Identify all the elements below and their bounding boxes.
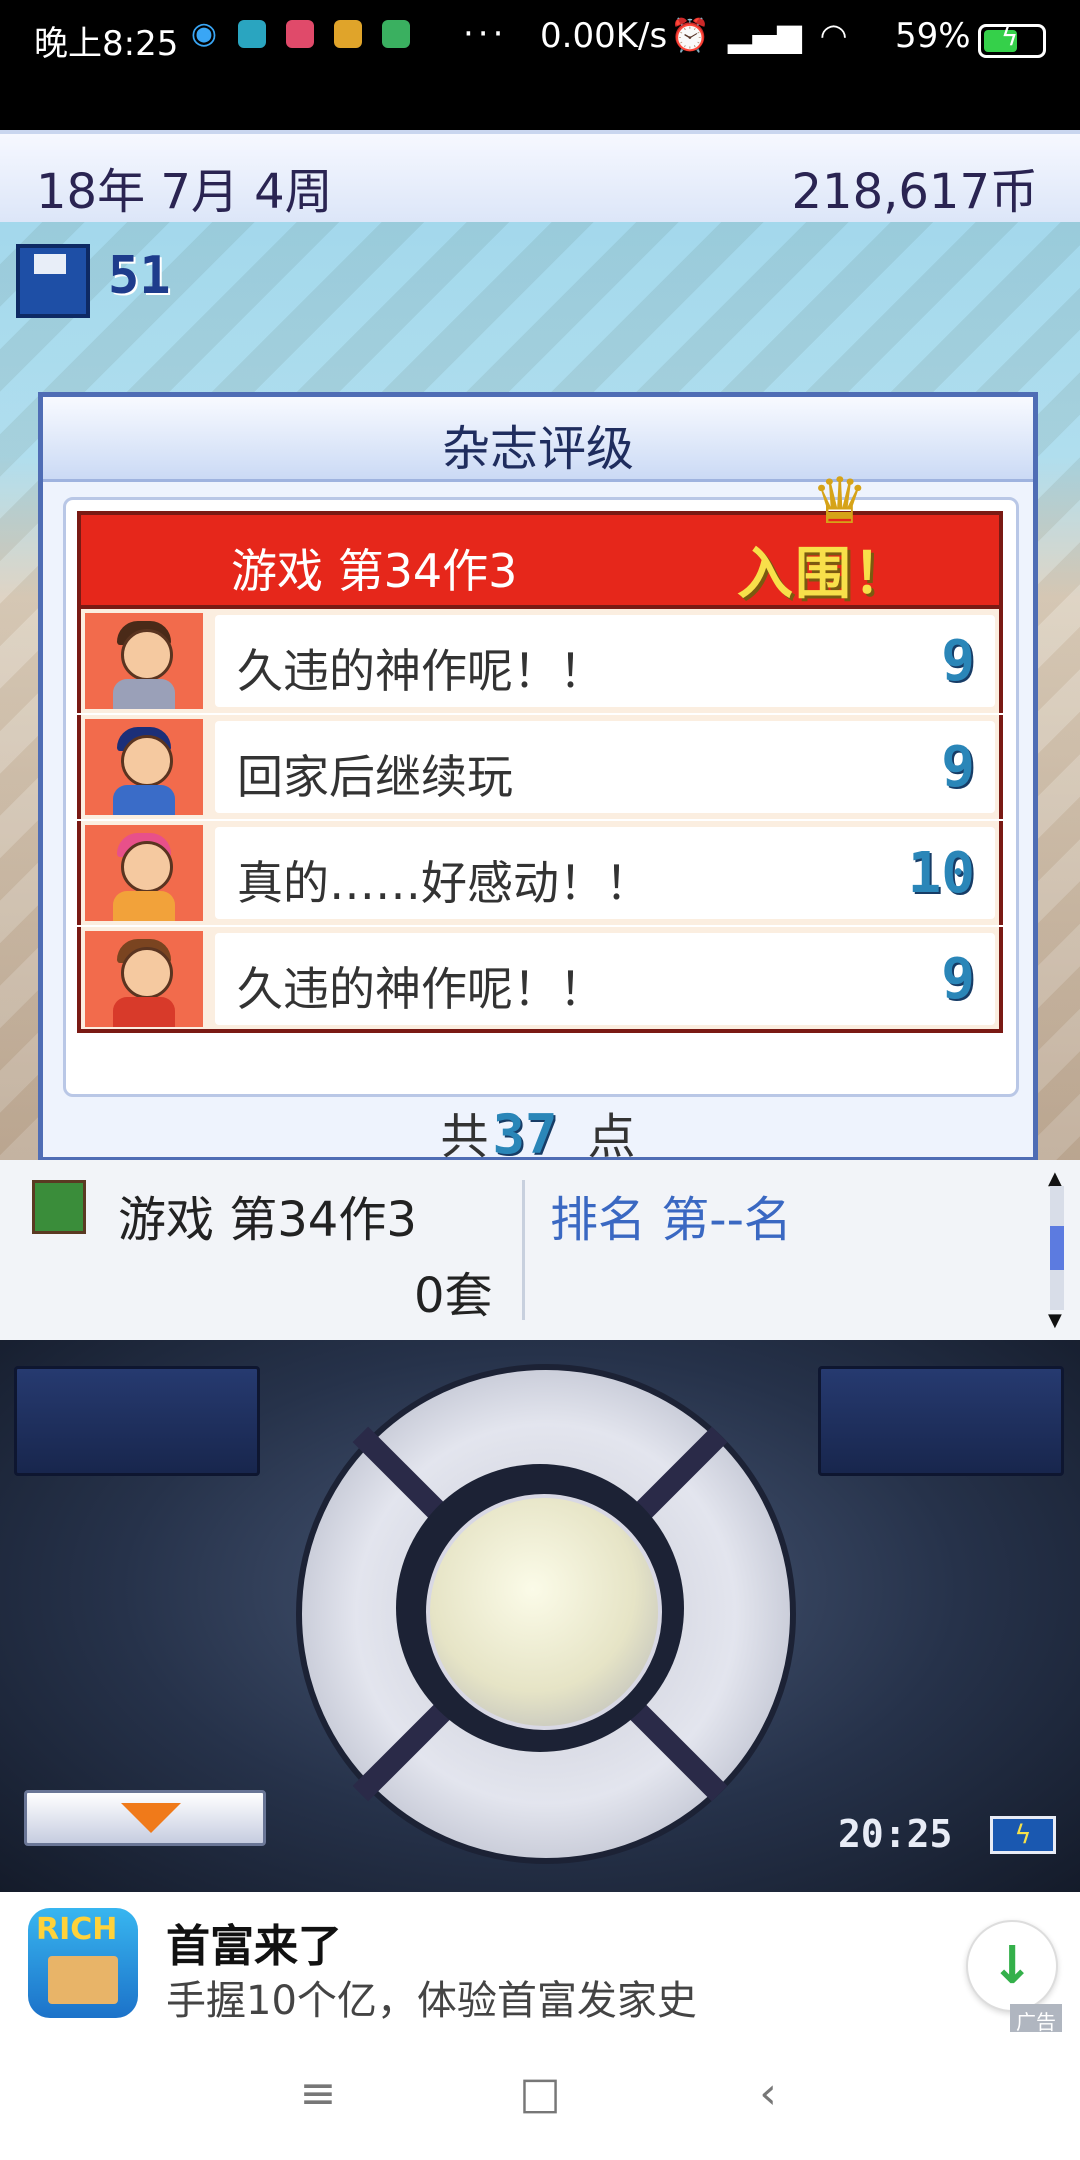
review-score: 9 [941, 735, 975, 800]
download-button[interactable]: ↓ [966, 1920, 1058, 2012]
dialog-title: 杂志评级 [441, 421, 634, 477]
app-notification-icon [334, 20, 362, 48]
dialog-title-bar: 杂志评级 [43, 397, 1033, 482]
signal-icon: ▂▄▆ [727, 16, 802, 54]
status-bar: 晚上8:25 ◉ ··· 0.00K/s ⏰ ▂▄▆ ◠ 59% ϟ [0, 0, 1080, 130]
ad-title[interactable]: 首富来了 [166, 1910, 342, 1974]
navigation-bar: ≡ □ ‹ [0, 2032, 1080, 2160]
dpad-up-button[interactable] [516, 1390, 576, 1450]
magazine-review-dialog[interactable]: 杂志评级 游戏 第34作3 入围！ ♛ 久违的神作呢！！ 9 回家后继续玩 9 [38, 392, 1038, 1166]
dpad-down-button[interactable] [516, 1766, 576, 1826]
sales-rank: 排名 第--名 [550, 1192, 792, 1248]
rows-border [77, 1029, 1003, 1033]
review-score: 9 [941, 629, 975, 694]
review-score: 10 [907, 841, 975, 906]
app-notification-icon [286, 20, 314, 48]
avatar-body [113, 679, 175, 709]
save-count: 51 [108, 246, 171, 306]
game-info-panel: 游戏 第34作3 0套 排名 第--名 ▲ ▼ [0, 1160, 1080, 1344]
review-row: 久违的神作呢！！ 9 [77, 609, 1003, 713]
battery-icon: ϟ [978, 22, 1046, 58]
qq-icon: ◉ [190, 16, 218, 51]
ad-app-icon[interactable]: RICH [28, 1908, 138, 2018]
coin-balance: 218,617币 [791, 164, 1039, 220]
reviewer-avatar [85, 931, 203, 1027]
game-date: 18年 7月 4周 [36, 164, 333, 220]
review-comment-box: 真的……好感动！！ 10 [215, 827, 995, 919]
back-icon[interactable]: ‹ [738, 2064, 798, 2124]
review-row: 久违的神作呢！！ 9 [77, 927, 1003, 1031]
nominated-badge: 入围！ [737, 542, 911, 607]
review-comment: 久违的神作呢！！ [237, 962, 605, 1016]
avatar-face [121, 735, 173, 787]
total-suffix: 点 [587, 1109, 636, 1165]
reviewer-avatar [85, 613, 203, 709]
menu-icon[interactable]: ≡ [288, 2064, 348, 2124]
dpad-right-button[interactable] [698, 1584, 758, 1644]
avatar-body [113, 997, 175, 1027]
down-arrow-icon [121, 1803, 181, 1833]
scroll-thumb[interactable] [1050, 1226, 1064, 1270]
menu-toggle-button[interactable] [24, 1790, 266, 1846]
app-notification-icon [238, 20, 266, 48]
dpad[interactable] [296, 1364, 796, 1864]
avatar-face [121, 947, 173, 999]
avatar-face [121, 841, 173, 893]
avatar-face [121, 629, 173, 681]
alarm-icon: ⏰ [670, 16, 710, 54]
total-points: 37 [492, 1103, 558, 1166]
review-comment: 久违的神作呢！！ [237, 644, 605, 698]
total-score: 共37 点 [43, 1097, 1033, 1167]
review-row: 回家后继续玩 9 [77, 715, 1003, 819]
avatar-body [113, 785, 175, 815]
controller-clock: 20:25 [838, 1812, 953, 1856]
reviewer-avatar [85, 825, 203, 921]
virtual-controller: 20:25 ϟ [0, 1340, 1080, 1892]
game-header: 18年 7月 4周 218,617币 [0, 130, 1080, 230]
review-comment-box: 回家后继续玩 9 [215, 721, 995, 813]
status-time: 晚上8:25 [34, 24, 179, 64]
battery-percent: 59% [895, 16, 971, 56]
network-speed: 0.00K/s [540, 16, 668, 56]
wifi-icon: ◠ [819, 16, 848, 54]
controller-battery-icon: ϟ [990, 1816, 1056, 1854]
review-comment-box: 久违的神作呢！！ 9 [215, 933, 995, 1025]
total-prefix: 共 [440, 1109, 489, 1165]
sales-count: 0套 [414, 1268, 493, 1324]
system-icons: ⏰ ▂▄▆ ◠ [670, 16, 848, 54]
review-comment: 回家后继续玩 [237, 750, 513, 804]
reviewer-avatar [85, 719, 203, 815]
app-notification-icon [382, 20, 410, 48]
review-comment-box: 久违的神作呢！！ 9 [215, 615, 995, 707]
avatar-body [113, 891, 175, 921]
dpad-left-button[interactable] [322, 1584, 382, 1644]
crown-icon: ♛ [811, 465, 869, 539]
scroll-down-icon[interactable]: ▼ [1048, 1310, 1062, 1331]
left-soft-key[interactable] [14, 1366, 260, 1476]
info-game-title: 游戏 第34作3 [118, 1192, 417, 1248]
more-notifications-icon: ··· [463, 14, 508, 54]
info-divider [522, 1180, 525, 1320]
info-scrollbar[interactable]: ▲ ▼ [1046, 1168, 1068, 1331]
charging-icon: ϟ [1001, 22, 1019, 52]
ad-icon-building [48, 1956, 118, 2004]
review-row: 真的……好感动！！ 10 [77, 821, 1003, 925]
review-comment: 真的……好感动！！ [237, 856, 651, 910]
ad-banner[interactable]: RICH 首富来了 手握10个亿，体验首富发家史 ↓ 广告 [0, 1892, 1080, 2037]
ad-description[interactable]: 手握10个亿，体验首富发家史 [166, 1968, 697, 2026]
home-icon[interactable]: □ [510, 2064, 570, 2124]
right-soft-key[interactable] [818, 1366, 1064, 1476]
dpad-center-button[interactable] [426, 1494, 662, 1730]
reviewed-game-name: 游戏 第34作3 [231, 544, 518, 598]
ad-icon-text: RICH [36, 1912, 118, 1947]
notification-icons: ◉ [190, 16, 410, 51]
review-score: 9 [941, 947, 975, 1012]
game-cartridge-icon [32, 1180, 86, 1234]
save-disk-icon[interactable] [16, 244, 90, 318]
